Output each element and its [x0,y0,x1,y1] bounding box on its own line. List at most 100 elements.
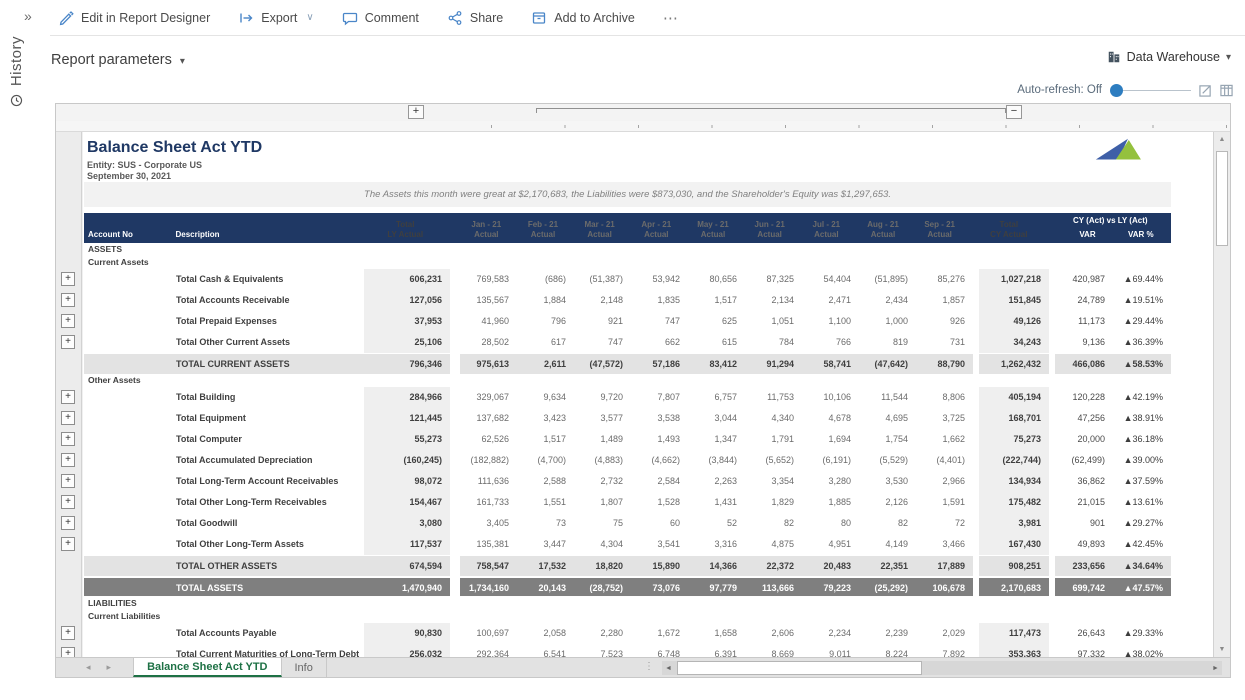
expand-row-button[interactable]: + [61,495,75,509]
cell-var-pct: ▲42.19% [1123,392,1163,402]
vertical-scroll-thumb[interactable] [1216,151,1228,246]
slider-knob[interactable] [1110,83,1123,97]
tab-next-button[interactable]: ▸ [107,662,112,673]
table-row: + Total Equipment 121,445 137,682 3,423 3,577… [61,408,1171,429]
expand-row-button[interactable]: + [61,626,75,640]
cell-month: 769,583 [476,274,509,284]
scroll-left-button[interactable]: ◄ [662,665,675,672]
horizontal-scroll-thumb[interactable] [677,661,922,675]
expand-row-button[interactable]: + [61,537,75,551]
data-source-dropdown[interactable]: Data Warehouse ▾ [1107,50,1231,64]
expand-row-button[interactable]: + [61,390,75,404]
expand-row-button[interactable]: + [61,272,75,286]
cell-month: 88,790 [916,353,973,374]
caret-down-icon: ▾ [179,56,185,67]
tab-prev-button[interactable]: ◂ [86,662,91,673]
cell-description: TOTAL CURRENT ASSETS [176,353,364,374]
cell-month: 2,584 [657,476,680,486]
edit-in-report-designer-button[interactable]: Edit in Report Designer [58,10,210,26]
expand-row-button[interactable]: + [61,516,75,530]
cell-description: Total Cash & Equivalents [176,274,284,284]
cell-month: (5,529) [879,455,908,465]
grid-columns-icon[interactable] [1220,84,1233,97]
share-button[interactable]: Share [447,10,503,26]
section-label: Other Assets [88,375,141,385]
cell-month: 4,951 [828,539,851,549]
cell-var: 47,256 [1077,413,1105,423]
add-to-archive-button[interactable]: Add to Archive [531,10,635,26]
splitter-grip-icon[interactable]: ⋮ [644,661,654,672]
cell-month: 9,634 [543,392,566,402]
horizontal-scroll-track[interactable] [675,661,1209,675]
cell-month: 80 [840,518,851,528]
zoom-in-button[interactable]: + [408,105,424,119]
section-row: Current Liabilities [84,610,1171,623]
export-button[interactable]: Export ∨ [238,10,314,26]
vertical-scroll-track[interactable] [1214,147,1230,642]
history-panel-toggle[interactable]: History [8,36,25,107]
header-var-sublabels: VAR VAR % [1050,230,1171,240]
cell-month: 292,364 [476,649,509,657]
sheet-tab-balance-sheet-act-ytd[interactable]: Balance Sheet Act YTD [133,658,282,677]
cell-month: 747 [664,316,680,326]
cell-month: 747 [607,337,623,347]
expand-panel-icon[interactable]: » [24,8,32,24]
cell-var-pct: ▲29.33% [1123,628,1163,638]
cell-var-pct: ▲47.57% [1113,576,1171,597]
cell-description: Total Prepaid Expenses [176,316,277,326]
history-label: History [8,36,25,87]
cell-month: 9,720 [600,392,623,402]
scroll-right-button[interactable]: ► [1209,665,1222,672]
zoom-out-button[interactable]: − [1006,105,1022,119]
zoom-track[interactable] [536,108,1006,113]
cell-month: 1,489 [600,434,623,444]
cell-month: 1,885 [828,497,851,507]
sheet-tab-info[interactable]: Info [282,658,327,677]
cell-month: (51,895) [874,274,908,284]
auto-refresh-slider[interactable] [1110,83,1191,97]
cell-month: 28,502 [481,337,509,347]
cell-account-no [84,311,176,332]
cell-month: 1,051 [771,316,794,326]
cell-month: 2,148 [600,295,623,305]
share-icon [448,10,462,25]
section-row: Current Assets [84,256,1171,269]
scroll-down-button[interactable]: ▼ [1214,642,1230,657]
cell-account-no [84,353,176,374]
expand-row-button[interactable]: + [61,474,75,488]
vertical-scrollbar[interactable]: ▲ ▼ [1213,132,1230,657]
expand-row-button[interactable]: + [61,647,75,657]
cell-month: 11,753 [767,392,794,402]
commentary-band: The Assets this month were great at $2,1… [84,182,1171,207]
cell-month: 3,280 [828,476,851,486]
cell-month: 82 [897,518,908,528]
cell-month: 625 [721,316,737,326]
expand-row-button[interactable]: + [61,314,75,328]
cell-month: 926 [949,316,965,326]
expand-row-button[interactable]: + [61,335,75,349]
cell-month: 3,577 [600,413,623,423]
cell-description: Total Accounts Receivable [176,295,290,305]
cell-month: 100,697 [476,628,509,638]
cell-month: 2,434 [885,295,908,305]
section-label: ASSETS [88,244,123,254]
header-line2: Actual [530,230,556,239]
scroll-up-button[interactable]: ▲ [1214,132,1230,147]
cell-month: 161,733 [476,497,509,507]
cell-month: (4,401) [936,455,965,465]
expand-row-button[interactable]: + [61,453,75,467]
chevron-down-icon: ∨ [306,12,314,23]
expand-row-button[interactable]: + [61,411,75,425]
horizontal-scrollbar[interactable]: ◄ ► [662,661,1222,675]
expand-row-button[interactable]: + [61,293,75,307]
more-actions-button[interactable]: ⋯ [663,9,679,27]
cell-cy-total: 167,430 [979,534,1049,555]
report-parameters-dropdown[interactable]: Report parameters ▾ [51,52,185,68]
cell-account-no [84,513,176,534]
cell-var-pct: ▲29.27% [1123,518,1163,528]
cell-month: 4,149 [885,539,908,549]
edit-note-icon[interactable] [1199,84,1212,97]
expand-row-button[interactable]: + [61,432,75,446]
comment-button[interactable]: Comment [342,10,419,26]
cell-month: 2,966 [942,476,965,486]
